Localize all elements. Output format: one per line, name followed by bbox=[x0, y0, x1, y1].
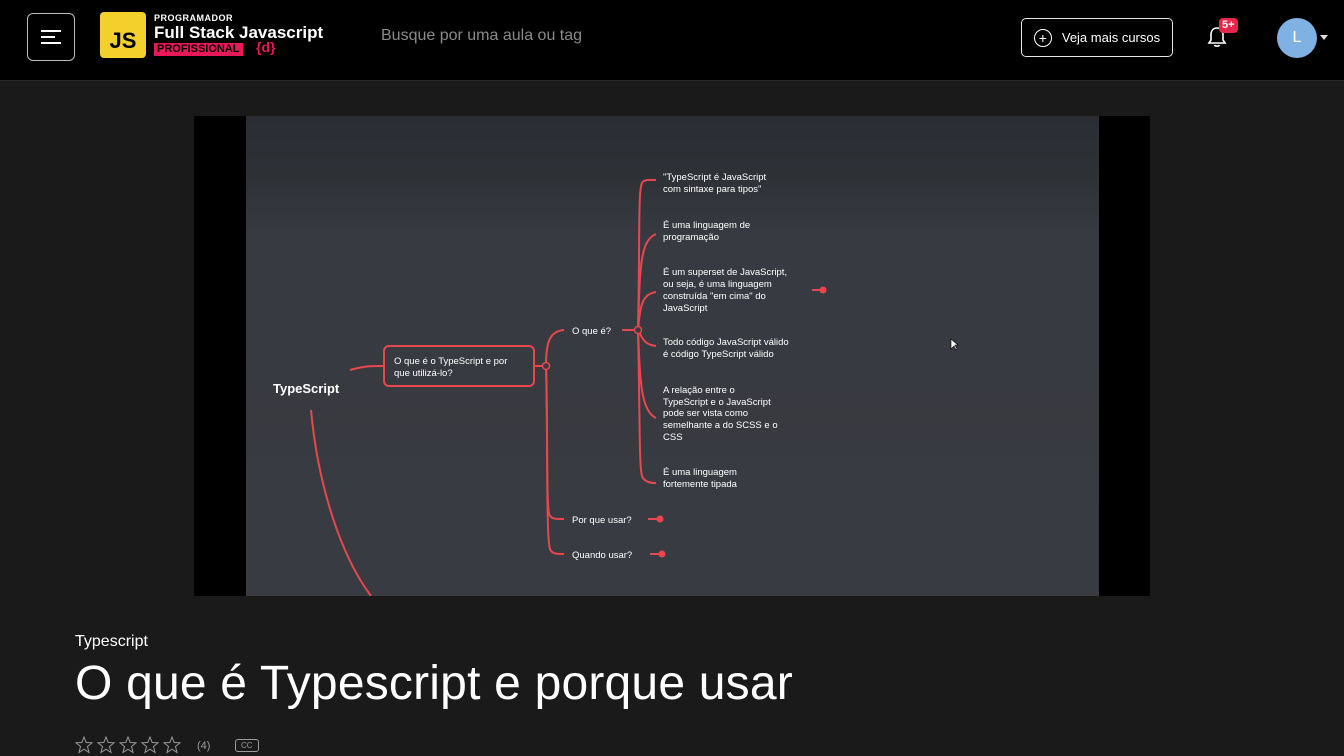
mindmap-item-5-line-3: pode ser vista como bbox=[663, 408, 748, 419]
mindmap-diagram: TypeScript O que é o TypeScript e por qu… bbox=[273, 172, 959, 596]
mindmap-item-5-line-1: A relação entre o bbox=[663, 385, 735, 396]
mindmap-item-1-line-2: com sintaxe para tipos" bbox=[663, 184, 761, 195]
star-icon[interactable] bbox=[141, 736, 159, 754]
menu-button[interactable] bbox=[27, 13, 75, 61]
mindmap-item-5-line-2: TypeScript e o JavaScript bbox=[663, 397, 771, 408]
mindmap-item-3-line-4: JavaScript bbox=[663, 303, 708, 314]
mindmap-item-5-line-5: CSS bbox=[663, 432, 683, 443]
mindmap-item-5-line-4: semelhante a do SCSS e o bbox=[663, 420, 778, 431]
lesson-title: O que é Typescript e porque usar bbox=[75, 657, 793, 710]
mindmap-item-6-line-1: É uma linguagem bbox=[663, 467, 737, 478]
video-frame-mindmap: TypeScript O que é o TypeScript e por qu… bbox=[246, 116, 1099, 596]
mindmap-root: TypeScript bbox=[273, 381, 340, 396]
mindmap-main-topic-2: que utilizá-lo? bbox=[394, 368, 453, 379]
mindmap-branch-what: O que é? bbox=[572, 326, 611, 337]
star-icon[interactable] bbox=[97, 736, 115, 754]
mindmap-item-4-line-1: Todo código JavaScript válido bbox=[663, 337, 789, 348]
more-courses-label: Veja mais cursos bbox=[1061, 30, 1161, 45]
logo-pro-line: PROFISSIONAL bbox=[154, 43, 243, 56]
cc-badge: CC bbox=[235, 739, 259, 752]
logo-main-line: Full Stack Javascript bbox=[154, 23, 324, 42]
lesson-rating: (4) CC bbox=[75, 736, 275, 756]
search-input[interactable]: Busque por uma aula ou tag bbox=[381, 27, 582, 45]
logo-brace: {d} bbox=[256, 39, 276, 55]
star-icon[interactable] bbox=[75, 736, 93, 754]
more-courses-button[interactable]: + Veja mais cursos bbox=[1021, 18, 1173, 57]
logo-js-badge: JS bbox=[100, 12, 146, 58]
video-player[interactable]: TypeScript O que é o TypeScript e por qu… bbox=[194, 116, 1150, 596]
mindmap-branch-why: Por que usar? bbox=[572, 515, 632, 526]
mindmap-branch-when: Quando usar? bbox=[572, 550, 632, 561]
logo-top-line: PROGRAMADOR bbox=[154, 13, 233, 23]
mindmap-item-3-line-3: construída "em cima" do bbox=[663, 291, 766, 302]
cursor-icon bbox=[950, 338, 959, 351]
chevron-down-icon[interactable] bbox=[1320, 35, 1328, 41]
star-icon[interactable] bbox=[119, 736, 137, 754]
rating-count: (4) bbox=[197, 740, 211, 752]
star-icon[interactable] bbox=[163, 736, 181, 754]
mindmap-item-4-line-2: é código TypeScript válido bbox=[663, 349, 774, 360]
plus-circle-icon: + bbox=[1033, 28, 1052, 47]
mindmap-item-3-line-1: É um superset de JavaScript, bbox=[663, 267, 787, 278]
course-logo[interactable]: JS PROGRAMADOR Full Stack Javascript PRO… bbox=[100, 12, 340, 60]
mindmap-item-2-line-2: programação bbox=[663, 232, 719, 243]
notification-badge: 5+ bbox=[1219, 18, 1238, 33]
mindmap-item-6-line-2: fortemente tipada bbox=[663, 479, 738, 490]
top-navbar: JS PROGRAMADOR Full Stack Javascript PRO… bbox=[0, 0, 1344, 81]
hamburger-icon bbox=[41, 30, 61, 44]
mindmap-item-1-line-1: "TypeScript é JavaScript bbox=[663, 172, 767, 183]
mindmap-main-topic-1: O que é o TypeScript e por bbox=[394, 356, 507, 367]
course-name[interactable]: Typescript bbox=[75, 633, 148, 651]
avatar[interactable]: L bbox=[1277, 18, 1317, 58]
mindmap-item-3-line-2: ou seja, é uma linguagem bbox=[663, 279, 772, 290]
mindmap-item-2-line-1: É uma linguagem de bbox=[663, 220, 750, 231]
